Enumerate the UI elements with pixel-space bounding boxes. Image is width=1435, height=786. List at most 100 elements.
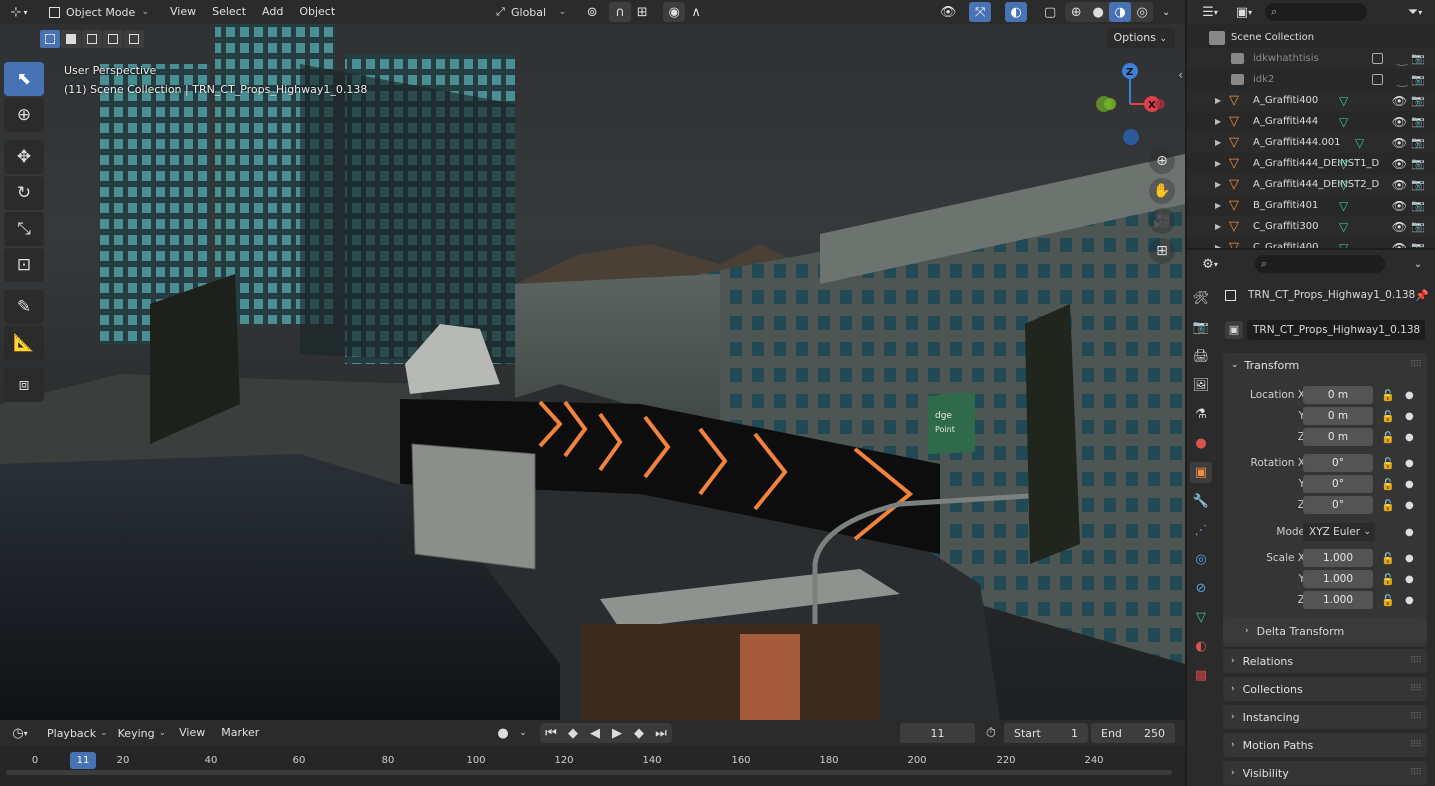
filter-icon[interactable]: ⏷ ▾ bbox=[1401, 2, 1429, 22]
drag-grip-icon[interactable]: ⠿⠿ bbox=[1410, 360, 1422, 370]
shading-options-chevron-icon[interactable]: ⌄ bbox=[1155, 2, 1177, 22]
outliner-row[interactable]: ▶ ▽ B_Graffiti401 ▽ 👁 📷 bbox=[1187, 195, 1435, 216]
eye-icon[interactable]: 👁 bbox=[1392, 157, 1407, 171]
material-shading-icon[interactable]: ◑ bbox=[1109, 2, 1132, 22]
scale-field[interactable]: 1.000 bbox=[1303, 591, 1373, 609]
start-frame-field[interactable]: Start 1 bbox=[1004, 723, 1088, 743]
physics-tab-icon[interactable]: ◎ bbox=[1190, 549, 1212, 570]
lock-icon[interactable]: 🔓 bbox=[1381, 478, 1395, 491]
data-tab-icon[interactable]: ▽ bbox=[1190, 607, 1212, 628]
rotate-tool-icon[interactable]: ↻ bbox=[4, 176, 44, 210]
lock-icon[interactable]: 🔓 bbox=[1381, 410, 1395, 423]
eye-icon[interactable]: 👁 bbox=[1392, 136, 1407, 150]
location-field[interactable]: 0 m bbox=[1303, 386, 1373, 404]
scale-field[interactable]: 1.000 bbox=[1303, 549, 1373, 567]
tool-tab-icon[interactable]: 🛠 bbox=[1190, 288, 1212, 309]
eye-icon[interactable]: 👁 bbox=[1392, 241, 1407, 249]
render-camera-icon[interactable]: 📷 bbox=[1411, 241, 1425, 248]
constraints-tab-icon[interactable]: ⊘ bbox=[1190, 578, 1212, 599]
menu-view[interactable]: View bbox=[162, 2, 204, 22]
select-box-tool-icon[interactable]: ⬉ bbox=[4, 62, 44, 96]
render-camera-icon[interactable]: 📷 bbox=[1411, 157, 1425, 170]
current-frame-field[interactable]: 11 bbox=[900, 723, 975, 743]
outliner-row[interactable]: ▶ ▽ A_Graffiti400 ▽ 👁 📷 bbox=[1187, 90, 1435, 111]
expand-arrow-icon[interactable]: ▶ bbox=[1215, 222, 1221, 231]
eye-icon[interactable]: 👁 bbox=[1392, 94, 1407, 108]
play-reverse-icon[interactable]: ◀ bbox=[584, 723, 606, 743]
render-tab-icon[interactable]: 📷 bbox=[1190, 317, 1212, 338]
outliner-row[interactable]: ▶ ▽ A_Graffiti444.001 ▽ 👁 📷 bbox=[1187, 132, 1435, 153]
delta-transform-subpanel[interactable]: › Delta Transform bbox=[1223, 619, 1427, 643]
record-options-chevron-icon[interactable]: ⌄ bbox=[512, 723, 534, 743]
sidebar-toggle-icon[interactable]: ‹ bbox=[1178, 68, 1183, 82]
rotation-mode-dropdown[interactable]: XYZ Euler ⌄ bbox=[1303, 523, 1375, 541]
viewport-editor-icon[interactable]: ⊹ ▾ bbox=[4, 2, 34, 22]
lock-icon[interactable]: 🔓 bbox=[1381, 499, 1395, 512]
object-tab-icon[interactable]: ▣ bbox=[1190, 462, 1212, 483]
scale-field[interactable]: 1.000 bbox=[1303, 570, 1373, 588]
options-dropdown[interactable]: Options ⌄ bbox=[1105, 28, 1175, 48]
menu-add[interactable]: Add bbox=[254, 2, 291, 22]
keyframe-dot-icon[interactable]: ● bbox=[1405, 390, 1414, 401]
pan-hand-icon[interactable]: ✋ bbox=[1149, 178, 1175, 204]
keyframe-dot-icon[interactable]: ● bbox=[1405, 500, 1414, 511]
eye-icon[interactable]: 👁 bbox=[1392, 199, 1407, 213]
drag-grip-icon[interactable]: ⠿⠿ bbox=[1410, 712, 1422, 722]
select-intersect-icon[interactable] bbox=[124, 30, 144, 48]
display-mode-icon[interactable]: ▣ ▾ bbox=[1229, 2, 1259, 22]
lock-icon[interactable]: 🔓 bbox=[1381, 431, 1395, 444]
solid-shading-icon[interactable]: ● bbox=[1087, 2, 1109, 22]
cursor-tool-icon[interactable]: ⊕ bbox=[4, 98, 44, 132]
outliner-row[interactable]: ▶ ▽ A_Graffiti444_DEINST2_D ▽ 👁 📷 bbox=[1187, 174, 1435, 195]
outliner-row[interactable]: idk2 ‿ 📷 bbox=[1187, 69, 1435, 90]
keyframe-dot-icon[interactable]: ● bbox=[1405, 595, 1414, 606]
eye-icon[interactable]: 👁 bbox=[1392, 220, 1407, 234]
neg-y-axis-handle[interactable] bbox=[1104, 98, 1116, 110]
menu-object[interactable]: Object bbox=[291, 2, 343, 22]
select-new-icon[interactable] bbox=[40, 30, 60, 48]
select-subtract-icon[interactable] bbox=[82, 30, 102, 48]
keyframe-dot-icon[interactable]: ● bbox=[1405, 479, 1414, 490]
timeline-editor-icon[interactable]: ◷ ▾ bbox=[6, 723, 34, 743]
exclude-checkbox[interactable] bbox=[1372, 74, 1383, 85]
select-extend-icon[interactable] bbox=[61, 30, 81, 48]
keyframe-dot-icon[interactable]: ● bbox=[1405, 527, 1414, 538]
scene-collection-row[interactable]: Scene Collection bbox=[1187, 27, 1435, 48]
outliner-row[interactable]: idkwhathtisis ‿ 📷 bbox=[1187, 48, 1435, 69]
annotate-tool-icon[interactable]: ✎ bbox=[4, 290, 44, 324]
outliner-search-input[interactable]: ⌕ bbox=[1265, 3, 1367, 21]
drag-grip-icon[interactable]: ⠿⠿ bbox=[1410, 740, 1422, 750]
render-camera-icon[interactable]: 📷 bbox=[1411, 73, 1425, 86]
keyframe-dot-icon[interactable]: ● bbox=[1405, 574, 1414, 585]
outliner-row[interactable]: ▶ ▽ A_Graffiti444 ▽ 👁 📷 bbox=[1187, 111, 1435, 132]
neg-z-axis-handle[interactable] bbox=[1123, 129, 1139, 145]
marker-menu[interactable]: Marker bbox=[213, 723, 267, 743]
render-camera-icon[interactable]: 📷 bbox=[1411, 94, 1425, 107]
object-datablock-icon[interactable]: ▣ bbox=[1225, 321, 1243, 339]
properties-editor-icon[interactable]: ⚙ ▾ bbox=[1195, 254, 1225, 274]
timeline-scrollbar[interactable] bbox=[6, 770, 1172, 775]
record-icon[interactable]: ● bbox=[492, 723, 514, 743]
rotation-field[interactable]: 0° bbox=[1303, 454, 1373, 472]
section-motion-paths[interactable]: › Motion Paths ⠿⠿ bbox=[1223, 733, 1427, 757]
pin-icon[interactable]: 📌 bbox=[1415, 289, 1429, 302]
move-tool-icon[interactable]: ✥ bbox=[4, 140, 44, 174]
material-tab-icon[interactable]: ◐ bbox=[1190, 636, 1212, 657]
neg-x-axis-handle[interactable] bbox=[1155, 99, 1165, 109]
menu-select[interactable]: Select bbox=[204, 2, 254, 22]
view-layer-tab-icon[interactable]: 🖼 bbox=[1190, 375, 1212, 396]
location-field[interactable]: 0 m bbox=[1303, 428, 1373, 446]
keyframe-dot-icon[interactable]: ● bbox=[1405, 411, 1414, 422]
drag-grip-icon[interactable]: ⠿⠿ bbox=[1410, 656, 1422, 666]
drag-grip-icon[interactable]: ⠿⠿ bbox=[1410, 684, 1422, 694]
wireframe-shading-icon[interactable]: ⊕ bbox=[1065, 2, 1087, 22]
playback-menu[interactable]: Playback ⌄ bbox=[42, 723, 113, 743]
proportional-edit-icon[interactable]: ◉ bbox=[663, 2, 686, 22]
falloff-icon[interactable]: ∧ bbox=[685, 2, 707, 22]
lock-icon[interactable]: 🔓 bbox=[1381, 457, 1395, 470]
drag-grip-icon[interactable]: ⠿⠿ bbox=[1410, 768, 1422, 778]
section-instancing[interactable]: › Instancing ⠿⠿ bbox=[1223, 705, 1427, 729]
jump-end-icon[interactable]: ⏭ bbox=[650, 723, 672, 743]
eye-icon[interactable]: 👁 bbox=[1392, 115, 1407, 129]
pivot-point-icon[interactable]: ⊚ bbox=[581, 2, 603, 22]
